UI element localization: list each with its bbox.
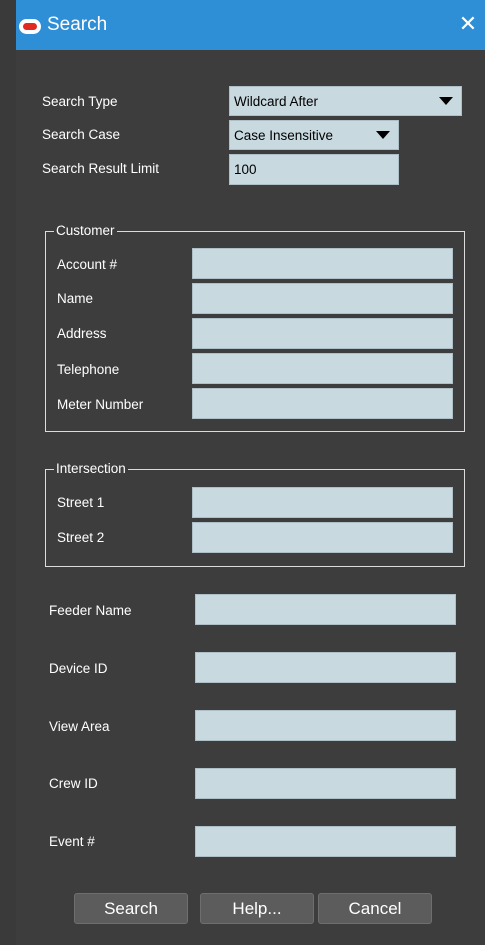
device-label: Device ID — [49, 661, 108, 676]
search-case-label: Search Case — [42, 127, 121, 142]
address-label: Address — [57, 326, 107, 341]
search-button[interactable]: Search — [74, 893, 188, 924]
feeder-field[interactable] — [195, 594, 456, 625]
result-limit-field[interactable] — [229, 154, 399, 185]
search-case-value: Case Insensitive — [234, 128, 334, 143]
customer-legend: Customer — [54, 223, 117, 238]
intersection-legend: Intersection — [54, 461, 128, 476]
telephone-field[interactable] — [192, 353, 453, 384]
street2-label: Street 2 — [57, 530, 105, 545]
address-field[interactable] — [192, 318, 453, 349]
street2-input[interactable] — [193, 523, 452, 552]
street1-input[interactable] — [193, 488, 452, 517]
street2-field[interactable] — [192, 522, 453, 553]
event-label: Event # — [49, 834, 95, 849]
feeder-input[interactable] — [196, 595, 455, 624]
view-area-field[interactable] — [195, 710, 456, 741]
account-input[interactable] — [193, 249, 452, 278]
name-field[interactable] — [192, 283, 453, 314]
search-type-value: Wildcard After — [234, 94, 319, 109]
name-label: Name — [57, 291, 94, 306]
meter-label: Meter Number — [57, 397, 144, 412]
account-field[interactable] — [192, 248, 453, 279]
search-dialog: Search ✕ Search Type Wildcard After Sear… — [16, 0, 485, 945]
title-bar: Search ✕ — [16, 0, 485, 50]
chevron-down-icon — [376, 131, 390, 139]
street1-label: Street 1 — [57, 495, 105, 510]
event-field[interactable] — [195, 826, 456, 857]
view-area-input[interactable] — [196, 711, 455, 740]
chevron-down-icon — [439, 97, 453, 105]
feeder-label: Feeder Name — [49, 603, 132, 618]
event-input[interactable] — [196, 827, 455, 856]
telephone-input[interactable] — [193, 354, 452, 383]
crew-field[interactable] — [195, 768, 456, 799]
street1-field[interactable] — [192, 487, 453, 518]
close-icon[interactable]: ✕ — [456, 13, 480, 37]
search-type-select[interactable]: Wildcard After — [229, 86, 462, 116]
help-button[interactable]: Help... — [200, 893, 314, 924]
search-type-label: Search Type — [42, 94, 118, 109]
crew-label: Crew ID — [49, 776, 98, 791]
cancel-button[interactable]: Cancel — [318, 893, 432, 924]
view-area-label: View Area — [49, 719, 110, 734]
account-label: Account # — [57, 257, 118, 272]
telephone-label: Telephone — [57, 362, 120, 377]
device-field[interactable] — [195, 652, 456, 683]
address-input[interactable] — [193, 319, 452, 348]
device-input[interactable] — [196, 653, 455, 682]
dialog-title: Search — [47, 14, 108, 35]
result-limit-input[interactable] — [230, 155, 398, 184]
name-input[interactable] — [193, 284, 452, 313]
meter-field[interactable] — [192, 388, 453, 419]
oracle-logo-icon — [19, 19, 41, 34]
search-case-select[interactable]: Case Insensitive — [229, 120, 399, 150]
result-limit-label: Search Result Limit — [42, 161, 160, 176]
meter-input[interactable] — [193, 389, 452, 418]
crew-input[interactable] — [196, 769, 455, 798]
